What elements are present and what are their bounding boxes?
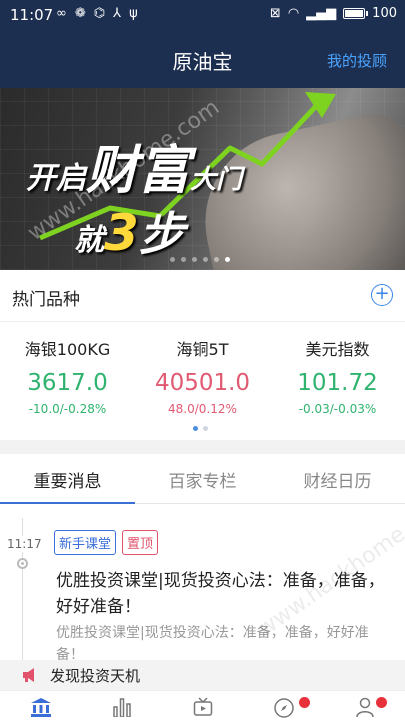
quote-change: 48.0/0.12% [168,402,237,416]
nav-market[interactable] [81,691,162,720]
hot-products-header: 热门品种 + [0,270,405,322]
app-header: 原油宝 我的投顾 [0,30,405,88]
quote-card[interactable]: 海银100KG 3617.0 -10.0/-0.28% [0,322,135,440]
bank-icon [30,698,51,717]
quote-price: 3617.0 [27,370,108,396]
quote-card[interactable]: 海铜5T 40501.0 48.0/0.12% [135,322,270,440]
battery-level: 100 [372,6,397,21]
nav-profile[interactable] [324,691,405,720]
pager-dot[interactable] [193,426,198,431]
system-icons: ⊠ ◠ ▂▄▆ 100 [270,6,397,21]
tab-calendar[interactable]: 财经日历 [270,454,405,503]
banner-pagination [170,257,230,262]
pager-dot[interactable] [203,426,208,431]
usb-icon: ψ [129,6,138,21]
mute-icon: ⊠ [269,6,281,21]
nav-live[interactable] [162,691,243,720]
nav-home[interactable] [0,691,81,720]
timeline-node-icon [17,558,28,569]
banner-dot[interactable] [170,257,175,262]
notification-dot [299,697,310,708]
news-summary: 优胜投资课堂|现货投资心法：准备，准备，好好准备！ [56,625,369,660]
megaphone-icon [23,668,34,682]
quote-change: -0.03/-0.03% [298,402,377,416]
status-bar: 11:07 ∞ ❁ ⌬ ⅄ ψ ⊠ ◠ ▂▄▆ 100 [0,0,405,30]
promo-banner[interactable]: 开启财富大门 就3步 www.hackhome.com [0,88,405,270]
signal-icon: ▂▄▆ [306,6,337,21]
user-icon [355,697,374,717]
quote-price: 40501.0 [154,370,251,396]
news-tags: 新手课堂 置顶 [54,530,159,555]
satellite-icon: ⌬ [93,6,106,21]
announcement-text: 发现投资天机 [50,667,141,685]
notification-dot [376,697,387,708]
compass-icon [273,698,294,718]
section-title: 热门品种 [12,290,80,310]
my-advisor-link[interactable]: 我的投顾 [327,50,387,71]
tag-pinned: 置顶 [122,530,159,555]
quote-name: 海银100KG [24,340,111,359]
bar-chart-icon [112,698,131,717]
bottom-navigation [0,690,405,720]
banner-dot[interactable] [203,257,208,262]
tag-beginner[interactable]: 新手课堂 [54,530,117,555]
news-time: 11:17 [7,536,42,552]
notification-icons: ∞ ❁ ⌬ ⅄ ψ [56,6,138,21]
quotes-pagination [193,426,208,431]
quote-change: -10.0/-0.28% [28,402,107,416]
quote-price: 101.72 [297,370,378,396]
quote-card[interactable]: 美元指数 101.72 -0.03/-0.03% [270,322,405,440]
banner-dot[interactable] [214,257,219,262]
infinity-icon: ∞ [56,6,67,21]
section-divider [0,440,405,454]
status-time: 11:07 [10,6,54,24]
news-tabs: 重要消息 百家专栏 财经日历 [0,454,405,504]
battery-icon [343,8,369,19]
wifi-icon: ◠ [287,6,300,21]
tab-important-news[interactable]: 重要消息 [0,454,135,504]
banner-dot[interactable] [181,257,186,262]
announcement-bar[interactable]: 发现投资天机 [0,660,405,690]
add-icon[interactable]: + [371,284,393,306]
banner-dot[interactable] [192,257,197,262]
news-feed: 11:17 新手课堂 置顶 优胜投资课堂|现货投资心法：准备，准备，好好准备！ … [0,504,405,660]
quote-name: 美元指数 [305,340,370,359]
paw-icon: ❁ [74,6,86,21]
share-icon: ⅄ [113,6,122,21]
tab-columns[interactable]: 百家专栏 [135,454,270,503]
quote-name: 海铜5T [176,340,229,359]
nav-discover[interactable] [243,691,324,720]
banner-dot[interactable] [225,257,230,262]
hot-quotes: 海银100KG 3617.0 -10.0/-0.28% 海铜5T 40501.0… [0,322,405,440]
tv-icon [193,697,212,716]
